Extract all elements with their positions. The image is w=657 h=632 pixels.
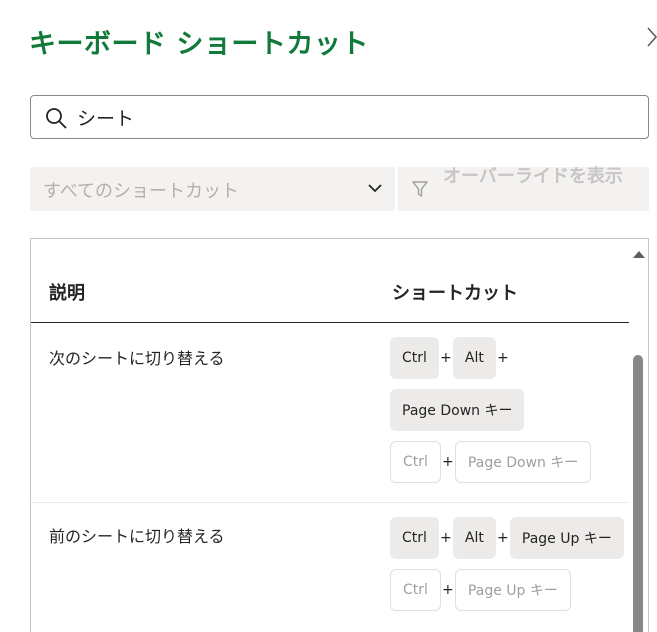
- key-cap: Alt: [452, 337, 496, 379]
- key-cap: Ctrl: [390, 569, 441, 611]
- key-combination-alternate: Ctrl + Page Up キー: [390, 569, 571, 611]
- shortcut-table: 説明 ショートカット 次のシートに切り替える Ctrl + Alt + Page…: [30, 238, 649, 632]
- plus-sign: +: [440, 350, 452, 366]
- key-cap: Page Up キー: [454, 569, 571, 611]
- scroll-up-arrow-icon[interactable]: [633, 251, 645, 258]
- key-combination: Ctrl + Alt +: [390, 337, 510, 379]
- dropdown-selected-value: すべてのショートカット: [43, 181, 240, 202]
- plus-sign: +: [497, 350, 509, 366]
- key-cap: Page Down キー: [454, 441, 592, 483]
- search-icon: [46, 108, 67, 129]
- show-overrides-button[interactable]: オーバーライドを表示: [398, 167, 649, 211]
- key-combination-alternate: Ctrl + Page Down キー: [390, 441, 592, 483]
- vertical-scrollbar[interactable]: [630, 239, 648, 632]
- key-cap: Ctrl: [390, 517, 439, 559]
- shortcut-category-dropdown[interactable]: すべてのショートカット: [30, 167, 395, 211]
- column-header-description: 説明: [49, 283, 85, 304]
- column-header-shortcut: ショートカット: [392, 283, 518, 304]
- key-combination: Page Down キー: [390, 389, 525, 431]
- keyboard-shortcuts-panel: キーボード ショートカット すべてのショートカット オーバーライドを表示 説明 …: [0, 0, 657, 632]
- plus-sign: +: [442, 582, 454, 598]
- search-input[interactable]: [77, 96, 637, 138]
- key-cap: Alt: [452, 517, 496, 559]
- chevron-right-icon[interactable]: [646, 26, 657, 48]
- search-box[interactable]: [30, 95, 649, 139]
- table-row: 前のシートに切り替える Ctrl + Alt + Page Up キー Ctrl…: [31, 503, 629, 632]
- shortcut-description: 次のシートに切り替える: [49, 349, 225, 368]
- key-cap: Ctrl: [390, 441, 441, 483]
- plus-sign: +: [442, 454, 454, 470]
- key-combination: Ctrl + Alt + Page Up キー: [390, 517, 624, 559]
- filter-icon: [412, 181, 428, 197]
- show-overrides-label: オーバーライドを表示: [443, 166, 623, 187]
- table-row: 次のシートに切り替える Ctrl + Alt + Page Down キー Ct…: [31, 325, 629, 503]
- scrollbar-thumb[interactable]: [633, 355, 643, 632]
- key-cap: Page Down キー: [390, 389, 525, 431]
- key-cap: Page Up キー: [509, 517, 624, 559]
- plus-sign: +: [440, 530, 452, 546]
- key-cap: Ctrl: [390, 337, 439, 379]
- shortcut-description: 前のシートに切り替える: [49, 527, 225, 546]
- plus-sign: +: [497, 530, 509, 546]
- chevron-down-icon: [368, 184, 382, 193]
- panel-title: キーボード ショートカット: [29, 29, 369, 60]
- table-header: 説明 ショートカット: [31, 239, 629, 323]
